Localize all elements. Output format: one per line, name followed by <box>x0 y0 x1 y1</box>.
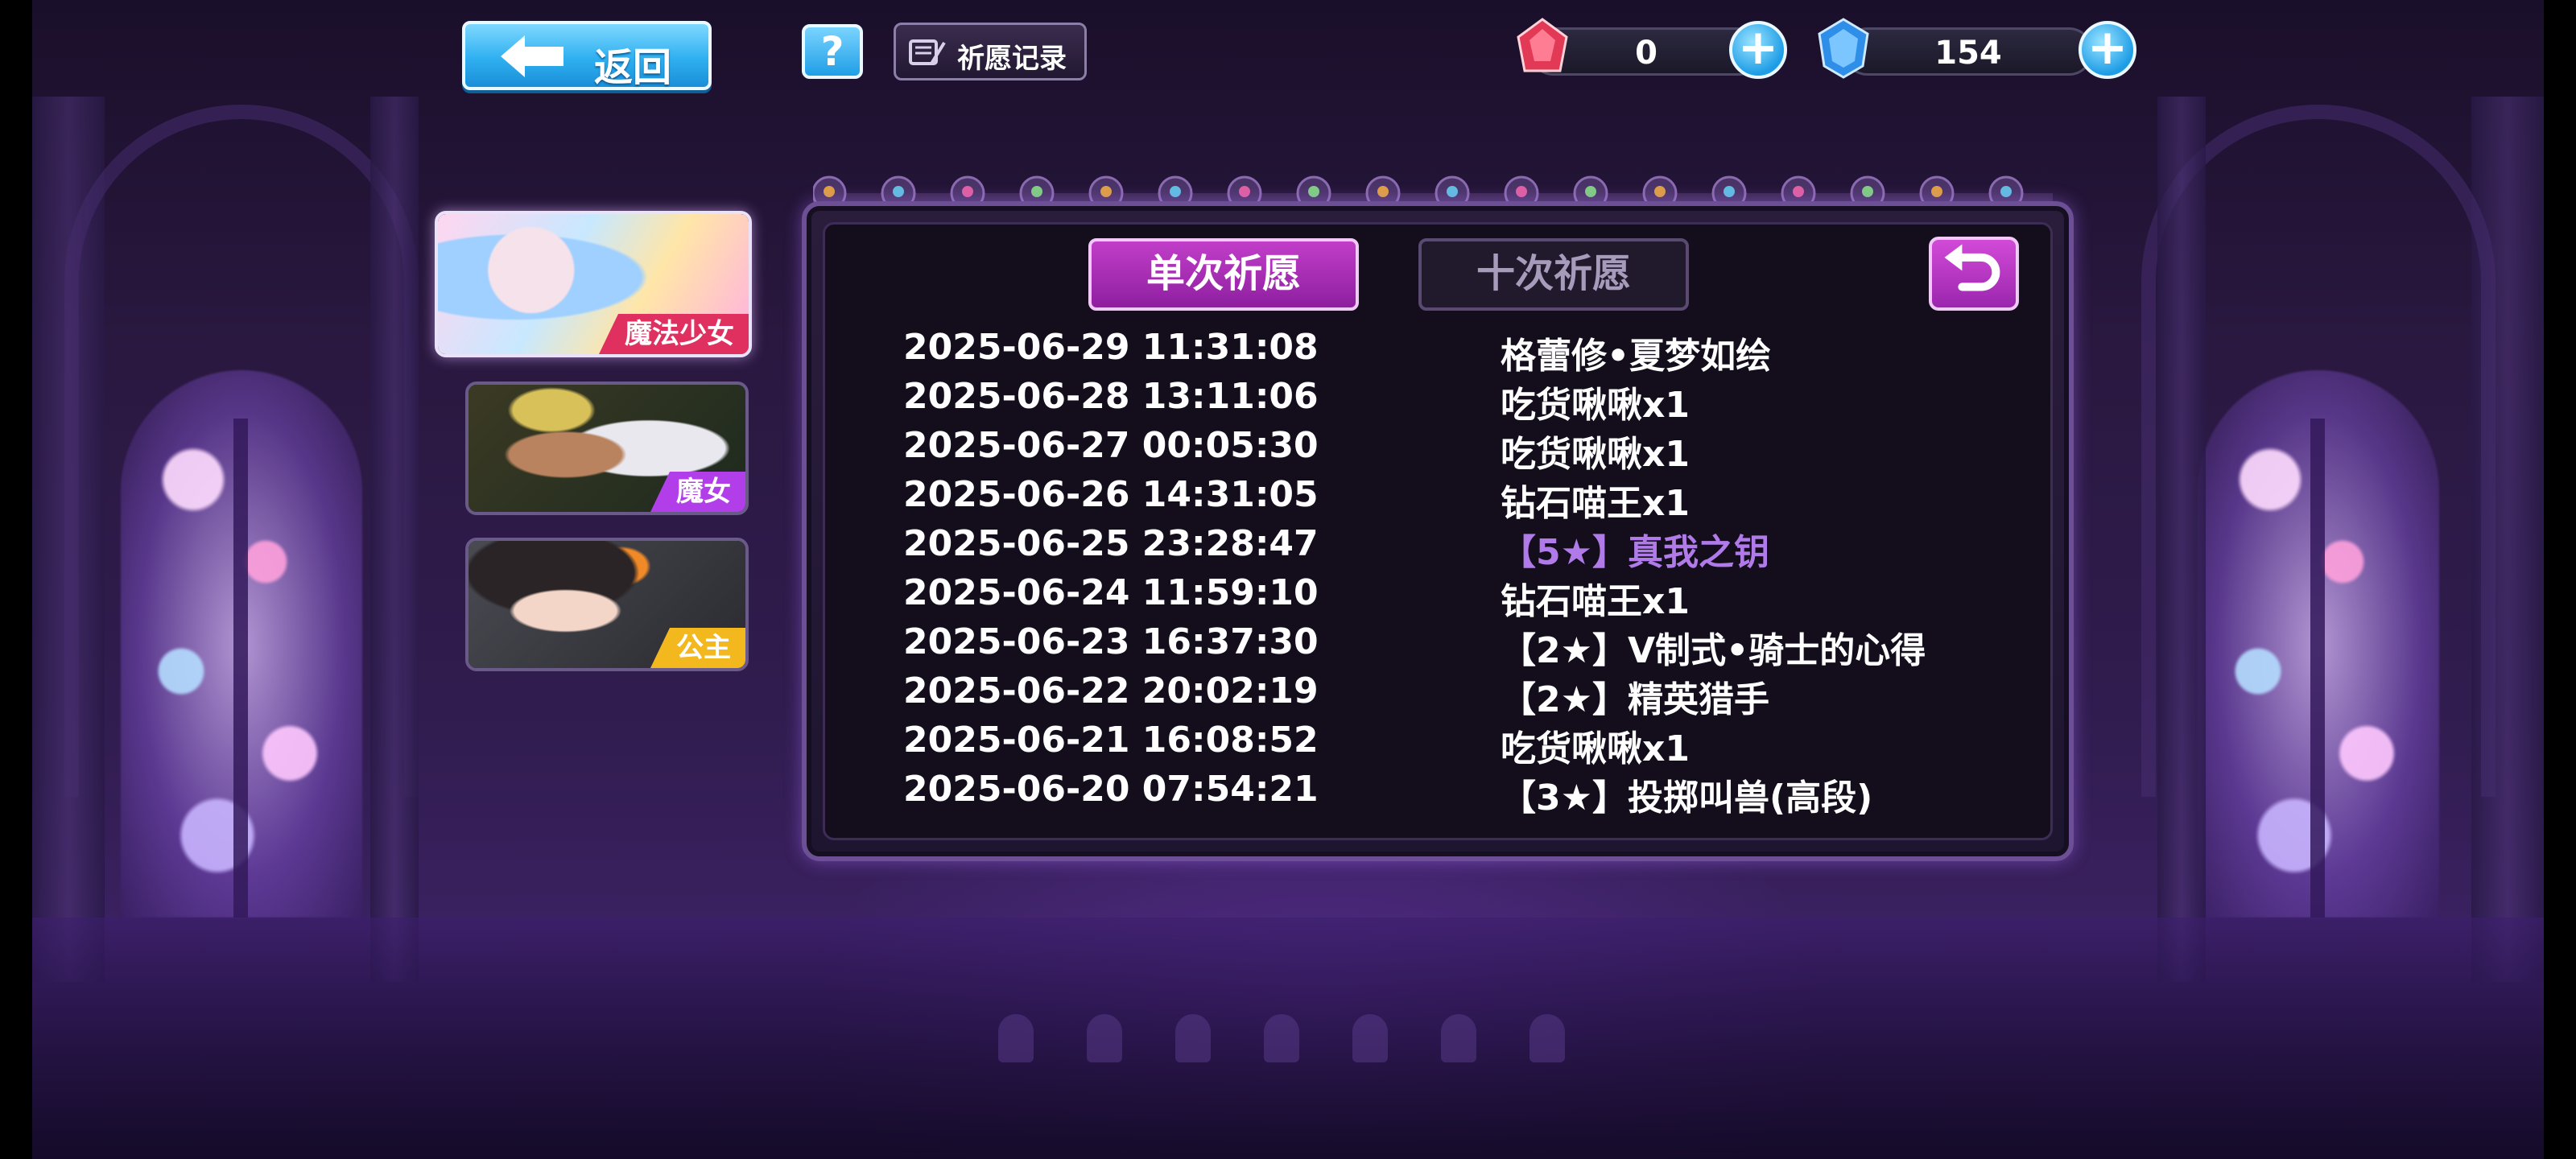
record-item: 【2★】V制式•骑士的心得 <box>1501 630 1926 671</box>
record-row: 2025-06-21 16:08:52 吃货啾啾x1 <box>903 720 2014 769</box>
wish-record-list: 2025-06-29 11:31:08 格蕾修•夏梦如绘 2025-06-28 … <box>903 327 2014 819</box>
floor-ornament <box>1264 1014 1299 1062</box>
banner-card-witch[interactable]: 魔女 <box>465 382 749 515</box>
floor-ornament <box>1352 1014 1388 1062</box>
tab-single-wish[interactable]: 单次祈愿 <box>1088 238 1359 311</box>
record-row: 2025-06-28 13:11:06 吃货啾啾x1 <box>903 376 2014 426</box>
back-button[interactable]: 返回 <box>462 21 712 90</box>
diamond-count: 154 <box>1934 35 2002 72</box>
crest-gem <box>1516 186 1527 197</box>
window-mullion-left <box>233 419 248 918</box>
return-arrow-icon <box>1944 244 2000 291</box>
banner-card-magical-girl[interactable]: 魔法少女 <box>435 211 752 357</box>
add-diamond-button[interactable]: + <box>2079 21 2136 79</box>
record-item: 格蕾修•夏梦如绘 <box>1501 336 1772 377</box>
crest-gem <box>1377 186 1389 197</box>
crest-gem <box>1100 186 1112 197</box>
crest-gem <box>1585 186 1596 197</box>
crest-gem <box>1931 186 1942 197</box>
crest-gem <box>893 186 904 197</box>
record-item: 【2★】精英猎手 <box>1501 679 1770 720</box>
pillar-right-inner <box>2157 97 2206 982</box>
crest-gem <box>1447 186 1458 197</box>
back-label: 返回 <box>594 45 672 90</box>
floor-ornament <box>1530 1014 1565 1062</box>
wish-record-panel: 单次祈愿 十次祈愿 2025-06-29 11:31:08 格蕾修•夏梦如绘 2… <box>802 201 2074 861</box>
record-time: 2025-06-20 07:54:21 <box>903 769 1319 810</box>
record-row: 2025-06-26 14:31:05 钻石喵王x1 <box>903 474 2014 524</box>
record-item: 吃货啾啾x1 <box>1501 434 1690 475</box>
record-row: 2025-06-25 23:28:47 【5★】真我之钥 <box>903 523 2014 573</box>
crest-gem <box>962 186 973 197</box>
diamond-counter: 154 <box>1843 27 2093 76</box>
record-time: 2025-06-23 16:37:30 <box>903 621 1319 662</box>
record-time: 2025-06-24 11:59:10 <box>903 572 1319 613</box>
crest-gem <box>1239 186 1250 197</box>
wish-history-label: 祈愿记录 <box>957 43 1067 75</box>
record-item-rare: 【5★】真我之钥 <box>1501 532 1770 573</box>
help-button[interactable]: ? <box>802 24 863 79</box>
record-item: 吃货啾啾x1 <box>1501 728 1690 769</box>
crest-gem <box>824 186 835 197</box>
banner-card-princess[interactable]: 公主 <box>465 538 749 671</box>
record-row: 2025-06-20 07:54:21 【3★】投掷叫兽(高段) <box>903 769 2014 819</box>
record-item: 【3★】投掷叫兽(高段) <box>1501 777 1873 819</box>
record-item: 钻石喵王x1 <box>1501 581 1690 622</box>
crest-gem <box>1862 186 1873 197</box>
question-icon: ? <box>820 28 844 75</box>
record-time: 2025-06-28 13:11:06 <box>903 376 1319 417</box>
plus-icon: + <box>2087 19 2128 76</box>
record-row: 2025-06-27 00:05:30 吃货啾啾x1 <box>903 425 2014 475</box>
record-row: 2025-06-23 16:37:30 【2★】V制式•骑士的心得 <box>903 621 2014 671</box>
record-time: 2025-06-25 23:28:47 <box>903 523 1319 564</box>
plus-icon: + <box>1737 19 1779 76</box>
crest-gem <box>2000 186 2012 197</box>
floor-ornament <box>1175 1014 1211 1062</box>
back-arrow-icon <box>501 35 564 77</box>
record-item: 吃货啾啾x1 <box>1501 385 1690 426</box>
crest-gem <box>1724 186 1735 197</box>
record-item: 钻石喵王x1 <box>1501 483 1690 524</box>
wish-history-button[interactable]: 祈愿记录 <box>894 23 1087 80</box>
record-row: 2025-06-22 20:02:19 【2★】精英猎手 <box>903 670 2014 720</box>
crest-gem <box>1793 186 1804 197</box>
record-time: 2025-06-29 11:31:08 <box>903 327 1319 368</box>
window-mullion-right <box>2310 419 2325 918</box>
floor-ornament <box>1087 1014 1122 1062</box>
crest-gem <box>1654 186 1666 197</box>
record-row: 2025-06-24 11:59:10 钻石喵王x1 <box>903 572 2014 622</box>
record-time: 2025-06-26 14:31:05 <box>903 474 1319 515</box>
crest-gem <box>1170 186 1181 197</box>
diamond-icon <box>1818 18 1869 79</box>
record-time: 2025-06-27 00:05:30 <box>903 425 1319 466</box>
floor-ornament <box>998 1014 1034 1062</box>
pillar-left-inner <box>370 97 419 982</box>
panel-return-button[interactable] <box>1929 237 2019 311</box>
crest-gem <box>1308 186 1319 197</box>
record-time: 2025-06-22 20:02:19 <box>903 670 1319 711</box>
banner-tag: 魔法少女 <box>599 314 749 354</box>
crest-gem <box>1031 186 1042 197</box>
add-ruby-button[interactable]: + <box>1729 21 1787 79</box>
record-time: 2025-06-21 16:08:52 <box>903 720 1319 761</box>
tab-ten-wish[interactable]: 十次祈愿 <box>1418 238 1689 311</box>
record-row: 2025-06-29 11:31:08 格蕾修•夏梦如绘 <box>903 327 2014 377</box>
scroll-icon <box>909 39 946 65</box>
ruby-icon <box>1517 18 1568 72</box>
floor-ornament <box>1441 1014 1476 1062</box>
